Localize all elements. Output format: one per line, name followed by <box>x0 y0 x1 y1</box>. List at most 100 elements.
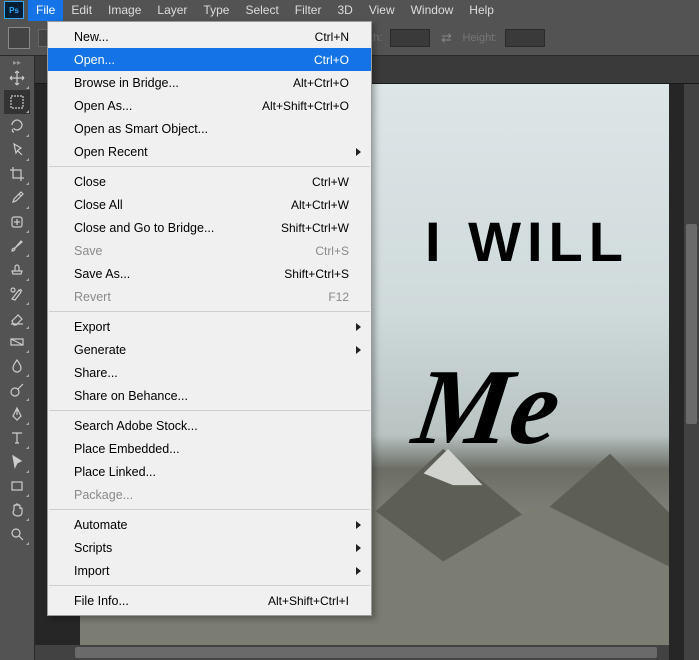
quick-select-tool[interactable] <box>4 138 30 162</box>
menu-item-import[interactable]: Import <box>48 559 371 582</box>
menu-item-label: Automate <box>74 518 128 532</box>
menu-item-label: New... <box>74 30 109 44</box>
crop-tool[interactable] <box>4 162 30 186</box>
path-select-tool[interactable] <box>4 450 30 474</box>
dodge-tool[interactable] <box>4 378 30 402</box>
menu-item-label: Close <box>74 175 106 189</box>
menu-item-shortcut: Alt+Ctrl+W <box>291 198 349 212</box>
brush-tool[interactable] <box>4 234 30 258</box>
menu-item-open-recent[interactable]: Open Recent <box>48 140 371 163</box>
menubar-item-3d[interactable]: 3D <box>329 0 360 21</box>
menu-item-label: Share on Behance... <box>74 389 188 403</box>
tool-preset-icon[interactable] <box>8 27 30 49</box>
scrollbar-thumb[interactable] <box>686 224 697 424</box>
menubar-item-image[interactable]: Image <box>100 0 149 21</box>
menu-item-label: Close All <box>74 198 123 212</box>
menu-separator <box>49 585 370 586</box>
menu-separator <box>49 509 370 510</box>
history-brush-tool[interactable] <box>4 282 30 306</box>
menu-item-new[interactable]: New... Ctrl+N <box>48 25 371 48</box>
menu-item-label: Save <box>74 244 103 258</box>
menu-item-label: Browse in Bridge... <box>74 76 179 90</box>
menu-item-package: Package... <box>48 483 371 506</box>
submenu-arrow-icon <box>356 148 361 156</box>
eyedropper-tool[interactable] <box>4 186 30 210</box>
menu-item-label: Export <box>74 320 110 334</box>
submenu-arrow-icon <box>356 567 361 575</box>
menubar-item-window[interactable]: Window <box>403 0 462 21</box>
menu-item-label: Package... <box>74 488 133 502</box>
eraser-tool[interactable] <box>4 306 30 330</box>
menu-item-place-embedded[interactable]: Place Embedded... <box>48 437 371 460</box>
height-label: Height: <box>462 32 497 44</box>
healing-brush-tool[interactable] <box>4 210 30 234</box>
menu-item-shortcut: Shift+Ctrl+S <box>284 267 349 281</box>
menubar-item-select[interactable]: Select <box>237 0 286 21</box>
canvas-text-line2: Me <box>406 346 567 470</box>
left-toolbar: ▸▸ <box>0 56 35 660</box>
menu-item-automate[interactable]: Automate <box>48 513 371 536</box>
menubar-item-layer[interactable]: Layer <box>149 0 195 21</box>
submenu-arrow-icon <box>356 346 361 354</box>
menu-item-export[interactable]: Export <box>48 315 371 338</box>
menu-item-save-as[interactable]: Save As... Shift+Ctrl+S <box>48 262 371 285</box>
menubar-item-file[interactable]: File <box>28 0 63 21</box>
menubar-item-view[interactable]: View <box>361 0 403 21</box>
menu-item-label: Place Embedded... <box>74 442 180 456</box>
menu-item-scripts[interactable]: Scripts <box>48 536 371 559</box>
menu-item-place-linked[interactable]: Place Linked... <box>48 460 371 483</box>
menu-item-revert: Revert F12 <box>48 285 371 308</box>
menu-separator <box>49 410 370 411</box>
gradient-tool[interactable] <box>4 330 30 354</box>
clone-stamp-tool[interactable] <box>4 258 30 282</box>
lasso-tool[interactable] <box>4 114 30 138</box>
type-tool[interactable] <box>4 426 30 450</box>
submenu-arrow-icon <box>356 544 361 552</box>
menu-item-label: Share... <box>74 366 118 380</box>
pen-tool[interactable] <box>4 402 30 426</box>
move-tool[interactable] <box>4 66 30 90</box>
zoom-tool[interactable] <box>4 522 30 546</box>
menu-item-open-as-smart-object[interactable]: Open as Smart Object... <box>48 117 371 140</box>
blur-tool[interactable] <box>4 354 30 378</box>
menu-item-label: Open as Smart Object... <box>74 122 208 136</box>
menu-item-save: SaveCtrl+S <box>48 239 371 262</box>
menu-item-open-as[interactable]: Open As...Alt+Shift+Ctrl+O <box>48 94 371 117</box>
menu-item-label: Open As... <box>74 99 132 113</box>
menu-item-label: Import <box>74 564 109 578</box>
menu-item-label: Generate <box>74 343 126 357</box>
vertical-scrollbar[interactable] <box>684 84 699 660</box>
menu-item-close-all[interactable]: Close All Alt+Ctrl+W <box>48 193 371 216</box>
width-field <box>390 29 430 47</box>
swap-dimensions-icon: ⇄ <box>438 30 454 46</box>
horizontal-scrollbar[interactable] <box>35 645 669 660</box>
scrollbar-thumb[interactable] <box>75 647 657 658</box>
menu-item-label: Open... <box>74 53 115 67</box>
menu-item-close-and-go-to-bridge[interactable]: Close and Go to Bridge...Shift+Ctrl+W <box>48 216 371 239</box>
menu-item-shortcut: Ctrl+N <box>315 30 349 44</box>
canvas-text-line1: I WILL <box>425 209 629 274</box>
menubar-item-filter[interactable]: Filter <box>287 0 330 21</box>
menu-item-shortcut: Ctrl+W <box>312 175 349 189</box>
menu-item-label: Revert <box>74 290 111 304</box>
menubar-item-help[interactable]: Help <box>461 0 502 21</box>
menu-item-search-adobe-stock[interactable]: Search Adobe Stock... <box>48 414 371 437</box>
rectangle-tool[interactable] <box>4 474 30 498</box>
menu-item-close[interactable]: Close Ctrl+W <box>48 170 371 193</box>
menu-item-share-on-behance[interactable]: Share on Behance... <box>48 384 371 407</box>
hand-tool[interactable] <box>4 498 30 522</box>
menu-item-file-info[interactable]: File Info...Alt+Shift+Ctrl+I <box>48 589 371 612</box>
menubar-item-edit[interactable]: Edit <box>63 0 100 21</box>
menu-item-label: Save As... <box>74 267 130 281</box>
menu-item-label: Close and Go to Bridge... <box>74 221 214 235</box>
menu-separator <box>49 166 370 167</box>
menu-item-shortcut: F12 <box>328 290 349 304</box>
marquee-tool[interactable] <box>4 90 30 114</box>
height-field <box>505 29 545 47</box>
menubar-item-type[interactable]: Type <box>195 0 237 21</box>
menu-item-generate[interactable]: Generate <box>48 338 371 361</box>
menu-item-browse-in-bridge[interactable]: Browse in Bridge... Alt+Ctrl+O <box>48 71 371 94</box>
menu-item-share[interactable]: Share... <box>48 361 371 384</box>
menu-item-open[interactable]: Open...Ctrl+O <box>48 48 371 71</box>
menu-item-shortcut: Alt+Ctrl+O <box>293 76 349 90</box>
